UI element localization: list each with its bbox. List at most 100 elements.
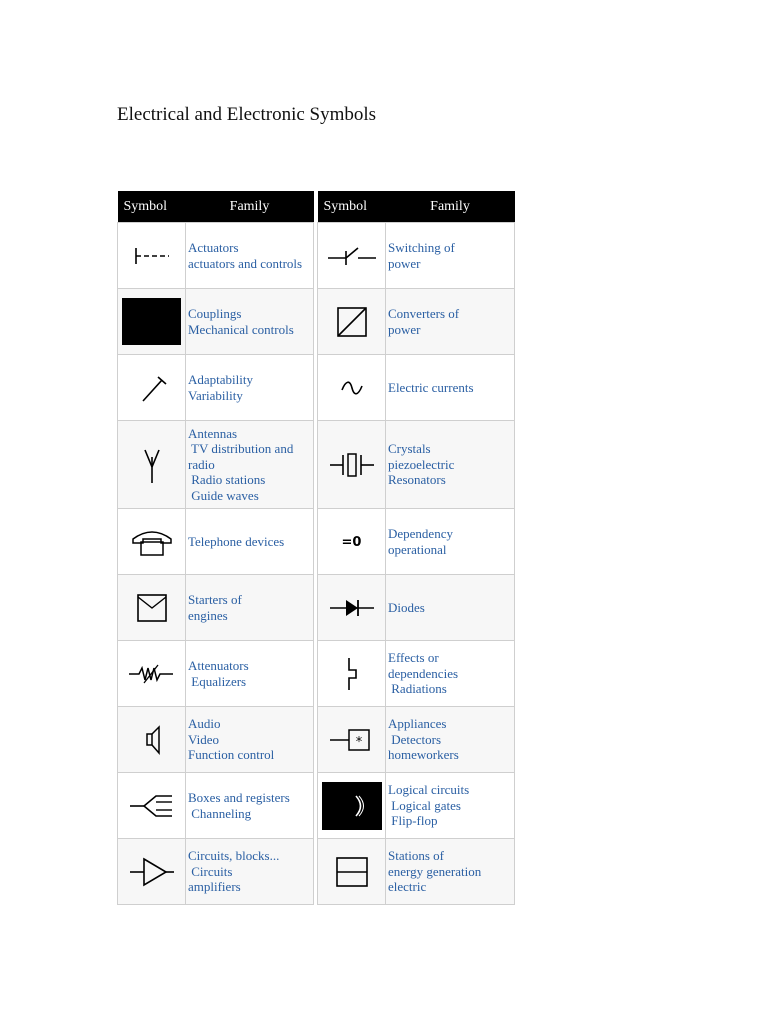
- family-text-line: Appliances: [388, 716, 447, 732]
- family-text-line: dependencies: [388, 665, 459, 681]
- family-text-line: Crystals: [388, 441, 431, 457]
- table-row: Circuits, blocks... Circuits amplifiers: [117, 838, 314, 905]
- family-text-line: Video: [188, 731, 219, 747]
- family-text-line: power: [388, 255, 421, 271]
- symbol-cell: [317, 838, 386, 905]
- family-text-line: Channeling: [188, 805, 252, 821]
- family-cell: Dependency operational: [385, 508, 515, 575]
- family-text-line: Effects or: [388, 650, 439, 666]
- family-text-line: Boxes and registers: [188, 790, 290, 805]
- speaker-icon: [145, 724, 160, 755]
- family-text-line: Logical gates: [388, 797, 461, 813]
- symbol-cell: *: [317, 706, 386, 773]
- crystal-icon: [329, 452, 374, 477]
- family-text-line: homeworkers: [388, 747, 459, 763]
- family-cell: Converters of power: [385, 288, 515, 355]
- symbols-table-right: Symbol Family Switching of power Convert…: [317, 191, 515, 905]
- actuator-icon: [134, 247, 169, 264]
- family-text-line: Equalizers: [188, 673, 247, 689]
- family-text-line: Variability: [188, 387, 243, 403]
- table-row: Stations of energy generation electric: [317, 838, 515, 905]
- symbol-cell: [117, 574, 186, 641]
- symbol-cell: [317, 420, 386, 509]
- family-text-line: Radio stations: [188, 472, 266, 488]
- symbol-cell: [317, 640, 386, 707]
- family-text-line: Dependency: [388, 526, 453, 541]
- family-cell: Antennas TV distribution and radio Radio…: [185, 420, 314, 509]
- family-text-line: Circuits: [188, 863, 233, 879]
- symbol-column-header: Symbol: [317, 191, 386, 223]
- family-text-line: actuators and controls: [188, 255, 303, 271]
- symbol-cell: [117, 354, 186, 421]
- alternating-current-icon: [340, 380, 363, 395]
- family-column-header: Family: [385, 191, 515, 223]
- power-converter-icon: [336, 306, 367, 337]
- table-row: Effects or dependencies Radiations: [317, 640, 515, 707]
- family-cell: Stations of energy generation electric: [385, 838, 515, 905]
- family-text-line: Radiations: [388, 681, 447, 697]
- table-row: Audio Video Function control: [117, 706, 314, 773]
- symbol-cell: [117, 288, 186, 355]
- family-text-line: engines: [188, 607, 228, 623]
- logic-circuit-icon: [321, 781, 382, 830]
- table-row: Telephone devices: [117, 508, 314, 575]
- family-cell: Circuits, blocks... Circuits amplifiers: [185, 838, 314, 905]
- symbol-cell: [117, 772, 186, 839]
- family-text-line: energy generation: [388, 863, 482, 879]
- table-row: Crystals piezoelectric Resonators: [317, 420, 515, 509]
- generation-station-icon: [335, 856, 368, 887]
- family-cell: Logical circuits Logical gates Flip-flop: [385, 772, 515, 839]
- symbol-cell: [117, 420, 186, 509]
- family-text-line: piezoelectric: [388, 456, 455, 472]
- diode-icon: [329, 599, 374, 616]
- family-cell: Couplings Mechanical controls: [185, 288, 314, 355]
- table-row: Switching of power: [317, 222, 515, 289]
- table-row: Attenuators Equalizers: [117, 640, 314, 707]
- family-text-line: Circuits, blocks...: [188, 848, 280, 864]
- family-cell: Electric currents: [385, 354, 515, 421]
- effect-icon: [347, 657, 357, 690]
- family-cell: Switching of power: [385, 222, 515, 289]
- family-text-line: Flip-flop: [388, 813, 438, 829]
- family-text-line: Guide waves: [188, 487, 259, 503]
- family-text-line: Actuators: [188, 240, 239, 255]
- family-cell: Audio Video Function control: [185, 706, 314, 773]
- family-cell: Crystals piezoelectric Resonators: [385, 420, 515, 509]
- family-text-line: Converters of: [388, 306, 460, 321]
- attenuator-icon: [128, 664, 173, 683]
- symbol-cell: [317, 354, 386, 421]
- table-row: Actuators actuators and controls: [117, 222, 314, 289]
- family-text-line: power: [388, 321, 421, 337]
- family-cell: Attenuators Equalizers: [185, 640, 314, 707]
- family-cell: Boxes and registers Channeling: [185, 772, 314, 839]
- symbol-cell: [317, 772, 386, 839]
- table-row: Starters of engines: [117, 574, 314, 641]
- engine-starter-icon: [136, 593, 167, 622]
- family-text-line: Diodes: [388, 599, 425, 615]
- amplifier-icon: [129, 857, 174, 886]
- table-row: Couplings Mechanical controls: [117, 288, 314, 355]
- symbols-table-left: Symbol Family Actuators actuators and co…: [117, 191, 314, 905]
- family-cell: Adaptability Variability: [185, 354, 314, 421]
- symbol-cell: [317, 288, 386, 355]
- adaptability-icon: [141, 375, 167, 402]
- family-cell: Actuators actuators and controls: [185, 222, 314, 289]
- table-row: Antennas TV distribution and radio Radio…: [117, 420, 314, 509]
- family-cell: Diodes: [385, 574, 515, 641]
- symbol-cell: [117, 640, 186, 707]
- family-text-line: Telephone devices: [188, 533, 285, 549]
- family-text-line: Stations of: [388, 848, 444, 864]
- symbol-cell: [317, 574, 386, 641]
- family-text-line: Antennas: [188, 425, 238, 441]
- dependency-icon: =0: [341, 534, 362, 550]
- appliance-icon: *: [329, 728, 370, 751]
- table-row: Converters of power: [317, 288, 515, 355]
- table-header-row: Symbol Family: [317, 191, 515, 223]
- symbol-cell: =0: [317, 508, 386, 575]
- telephone-icon: [131, 530, 172, 556]
- table-row: Boxes and registers Channeling: [117, 772, 314, 839]
- table-row: Electric currents: [317, 354, 515, 421]
- symbol-cell: [117, 222, 186, 289]
- family-text-line: Couplings: [188, 306, 242, 321]
- family-text-line: Adaptability: [188, 372, 253, 387]
